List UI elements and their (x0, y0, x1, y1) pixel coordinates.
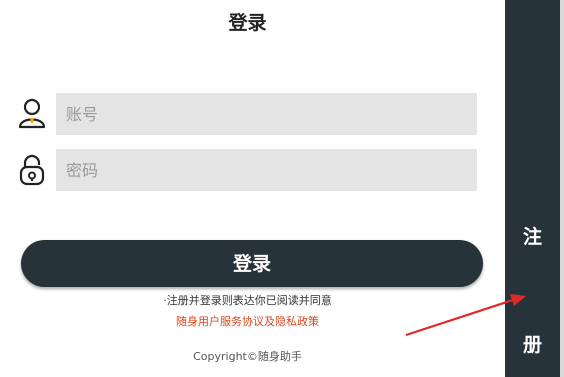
copyright-text: Copyright©随身助手 (193, 350, 302, 363)
annotation-arrow-icon (405, 294, 526, 337)
lock-icon (17, 153, 47, 187)
account-input[interactable] (56, 93, 477, 135)
register-tab-char-top: 注 (522, 226, 542, 248)
window-edge (560, 0, 564, 377)
user-icon (17, 97, 47, 131)
page-title: 登录 (228, 12, 267, 34)
password-input[interactable] (56, 149, 477, 191)
login-button[interactable]: 登录 (21, 240, 483, 287)
